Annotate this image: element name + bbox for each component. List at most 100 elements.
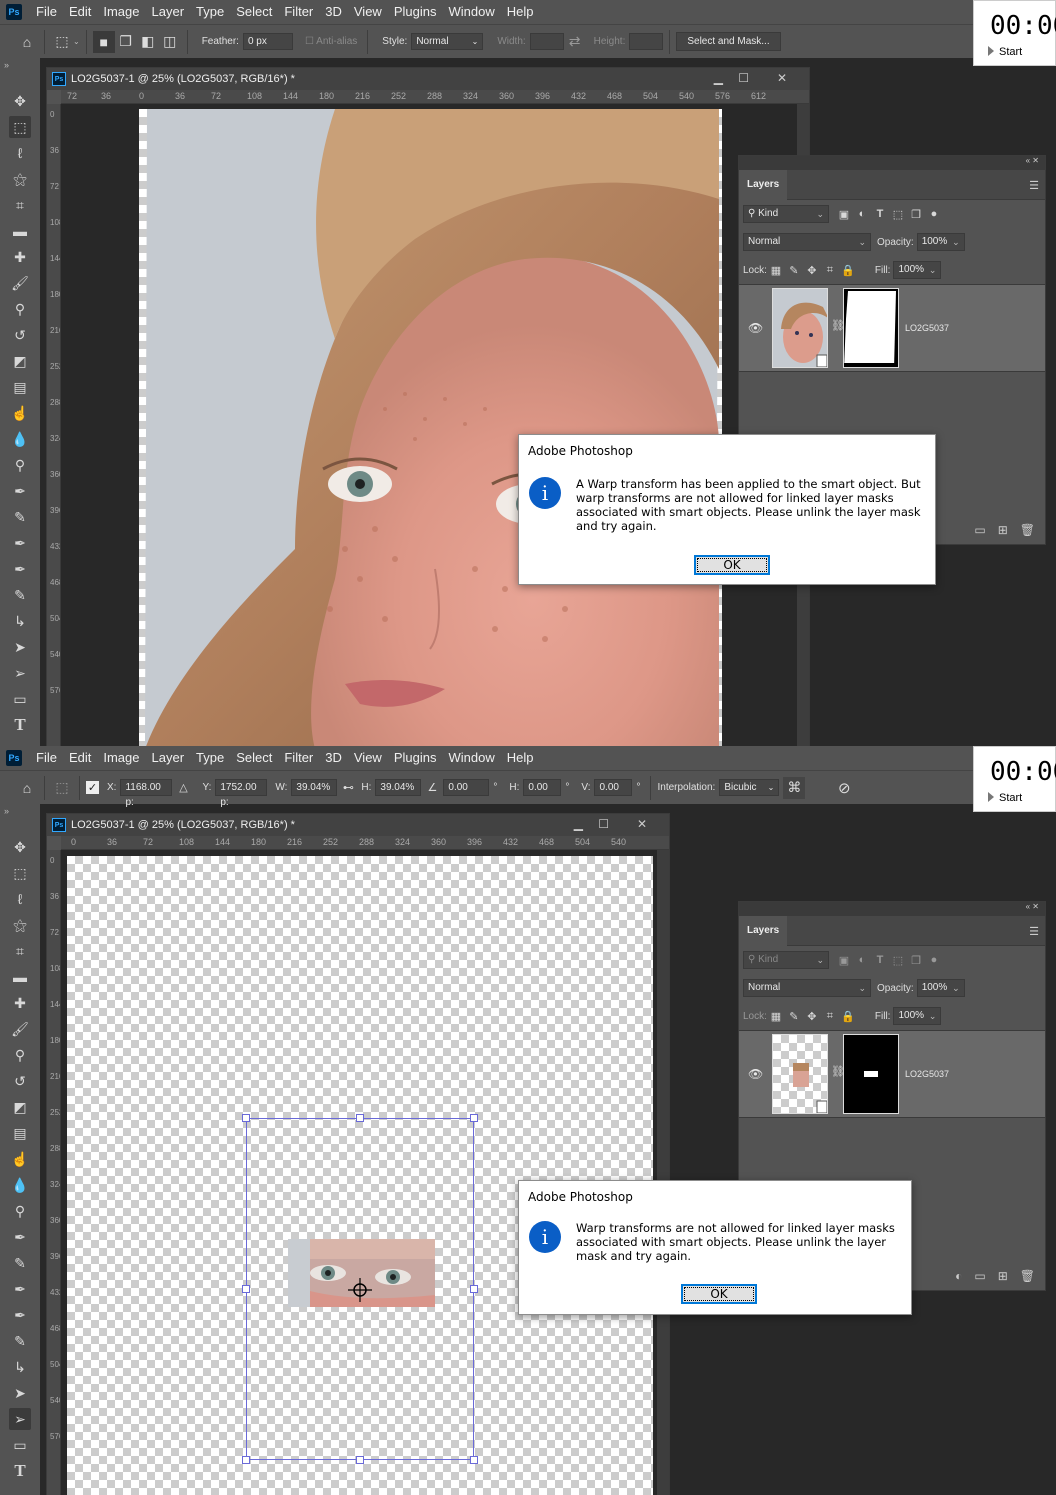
tab-layers[interactable]: Layers — [739, 915, 788, 946]
blur-tool-icon[interactable]: 💧 — [9, 1174, 31, 1196]
menu-type[interactable]: Type — [190, 746, 230, 770]
curvature-pen-tool-icon[interactable]: ✒ — [9, 532, 31, 554]
feather-input[interactable]: 0 px — [242, 33, 293, 50]
menu-view[interactable]: View — [348, 0, 388, 24]
reference-point-crosshair-icon[interactable] — [348, 1278, 372, 1302]
add-selection-icon[interactable]: ❐ — [115, 31, 137, 53]
shape-filter-icon[interactable]: ⬚ — [889, 954, 907, 967]
menu-layer[interactable]: Layer — [146, 746, 191, 770]
close-icon[interactable]: ✕ — [777, 71, 787, 85]
link-icon[interactable]: ⊷ — [337, 777, 359, 799]
menu-image[interactable]: Image — [97, 0, 145, 24]
ok-button[interactable]: OK — [694, 555, 770, 575]
y-input[interactable]: 1752.00 p: — [215, 779, 268, 808]
panel-collapse-icon[interactable]: « ✕ — [739, 902, 1045, 916]
curvature-pen-tool-icon[interactable]: ✒ — [9, 1278, 31, 1300]
smartobject-filter-icon[interactable]: ❐ — [907, 954, 925, 967]
magic-wand-tool-icon[interactable]: ⚝ — [9, 914, 31, 936]
eye-icon[interactable]: 👁 — [748, 321, 763, 335]
transform-handle[interactable] — [242, 1456, 250, 1464]
menu-filter[interactable]: Filter — [278, 0, 319, 24]
trash-icon[interactable]: 🗑 — [1020, 523, 1035, 537]
healing-tool-icon[interactable]: ✚ — [9, 246, 31, 268]
type-filter-icon[interactable]: T — [871, 954, 889, 966]
fill-input[interactable]: 100% ⌄ — [893, 261, 942, 279]
canvas-area[interactable] — [61, 850, 657, 1495]
layer-name[interactable]: LO2G5037 — [905, 323, 949, 333]
menu-select[interactable]: Select — [230, 0, 278, 24]
freeform-pen-tool-icon[interactable]: ✎ — [9, 506, 31, 528]
anchor-convert-tool-icon[interactable]: ↳ — [9, 1356, 31, 1378]
gradient-tool-icon[interactable]: ▤ — [9, 1122, 31, 1144]
style-select[interactable]: Normal ⌄ — [411, 33, 484, 50]
height-input[interactable] — [629, 33, 664, 50]
reference-point-checkbox[interactable]: ✓ — [86, 781, 99, 794]
layer-thumbnail[interactable] — [772, 1034, 828, 1114]
move-tool-icon[interactable]: ✥ — [9, 836, 31, 858]
collapse-icon[interactable]: » — [4, 806, 9, 816]
home-icon[interactable]: ⌂ — [16, 31, 38, 53]
menu-edit[interactable]: Edit — [63, 0, 97, 24]
menu-plugins[interactable]: Plugins — [388, 0, 443, 24]
home-icon[interactable]: ⌂ — [16, 777, 38, 799]
lock-artboard-icon[interactable]: ⌗ — [821, 1010, 839, 1023]
new-layer-icon[interactable]: ⊞ — [998, 1269, 1008, 1283]
marquee-tool-icon[interactable]: ⬚ — [9, 862, 31, 884]
fill-input[interactable]: 100% ⌄ — [893, 1007, 942, 1025]
healing-tool-icon[interactable]: ✚ — [9, 992, 31, 1014]
kind-filter-select[interactable]: ⚲ Kind ⌄ — [743, 951, 829, 969]
panel-collapse-icon[interactable]: « ✕ — [739, 156, 1045, 170]
group-icon[interactable]: ▭ — [974, 1269, 985, 1283]
collapse-icon[interactable]: » — [4, 60, 9, 70]
transform-handle[interactable] — [356, 1456, 364, 1464]
dodge-tool-icon[interactable]: ⚲ — [9, 454, 31, 476]
brush-tool-icon[interactable]: 🖌 — [9, 272, 31, 294]
adjustment-layer-icon[interactable]: ◐ — [955, 1269, 962, 1283]
layer-thumbnail[interactable] — [772, 288, 828, 368]
stamp-tool-icon[interactable]: ⚲ — [9, 298, 31, 320]
lock-pixels-icon[interactable]: ✎ — [785, 264, 803, 277]
adjustment-filter-icon[interactable]: ◐ — [853, 954, 871, 966]
direct-select-tool-icon[interactable]: ➢ — [9, 662, 31, 684]
transform-handle[interactable] — [470, 1285, 478, 1293]
transform-handle[interactable] — [356, 1114, 364, 1122]
tab-layers[interactable]: Layers — [739, 169, 788, 200]
canvas-area[interactable] — [61, 104, 797, 746]
pixel-filter-icon[interactable]: ▣ — [835, 954, 853, 967]
stamp-tool-icon[interactable]: ⚲ — [9, 1044, 31, 1066]
lock-transparent-icon[interactable]: ▦ — [767, 1010, 785, 1023]
hskew-input[interactable]: 0.00 — [523, 779, 562, 796]
shape-filter-icon[interactable]: ⬚ — [889, 208, 907, 221]
type-tool-icon[interactable]: T — [9, 1460, 31, 1482]
mask-thumbnail[interactable] — [843, 1034, 899, 1114]
delta-icon[interactable]: △ — [172, 777, 194, 799]
ruler-tool-icon[interactable]: ▬ — [9, 220, 31, 242]
menu-3d[interactable]: 3D — [319, 0, 348, 24]
filter-toggle-icon[interactable]: ● — [925, 208, 943, 220]
lasso-tool-icon[interactable]: ℓ — [9, 888, 31, 910]
smartobject-filter-icon[interactable]: ❐ — [907, 208, 925, 221]
menu-window[interactable]: Window — [442, 746, 500, 770]
move-tool-icon[interactable]: ✥ — [9, 90, 31, 112]
chevron-down-icon[interactable]: ⌄ — [73, 37, 80, 46]
crop-tool-icon[interactable]: ⌗ — [9, 194, 31, 216]
adjustment-filter-icon[interactable]: ◐ — [853, 208, 871, 220]
layer-row[interactable]: 👁 ⛓ LO2G5037 — [739, 1030, 1045, 1118]
x-input[interactable]: 1168.00 p: — [120, 779, 173, 808]
new-layer-icon[interactable]: ⊞ — [998, 523, 1008, 537]
direct-select-tool-icon[interactable]: ➢ — [9, 1408, 31, 1430]
group-icon[interactable]: ▭ — [974, 523, 985, 537]
magic-wand-tool-icon[interactable]: ⚝ — [9, 168, 31, 190]
menu-edit[interactable]: Edit — [63, 746, 97, 770]
ruler-tool-icon[interactable]: ▬ — [9, 966, 31, 988]
lock-transparent-icon[interactable]: ▦ — [767, 264, 785, 277]
lock-all-icon[interactable]: 🔒 — [839, 1010, 857, 1023]
lock-position-icon[interactable]: ✥ — [803, 1010, 821, 1023]
cancel-transform-icon[interactable]: ⊘ — [833, 777, 855, 799]
intersect-selection-icon[interactable]: ◫ — [159, 31, 181, 53]
history-brush-tool-icon[interactable]: ↺ — [9, 1070, 31, 1092]
eraser-tool-icon[interactable]: ◩ — [9, 350, 31, 372]
kind-filter-select[interactable]: ⚲ Kind ⌄ — [743, 205, 829, 223]
filter-toggle-icon[interactable]: ● — [925, 954, 943, 966]
gradient-tool-icon[interactable]: ▤ — [9, 376, 31, 398]
